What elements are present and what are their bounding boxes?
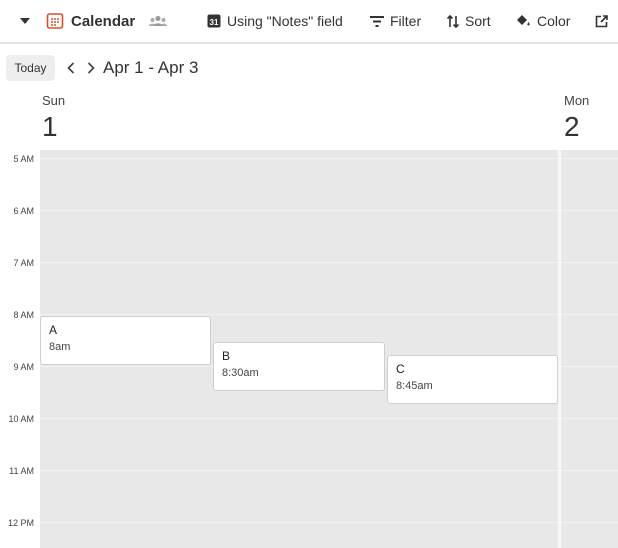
time-label: 5 AM [13,154,34,164]
svg-text:31: 31 [210,18,219,27]
time-label: 7 AM [13,258,34,268]
today-button[interactable]: Today [6,55,55,81]
hour-line [40,314,618,315]
day-number: 1 [42,111,58,142]
color-label: Color [537,13,571,29]
date-field-label: Using "Notes" field [227,13,343,29]
view-toolbar: Calendar 31 Using "Notes" field Filter S [0,0,618,44]
day-header-sun: Sun 1 [42,93,65,143]
filter-button[interactable]: Filter [370,0,421,42]
day-name: Mon [564,93,590,108]
collaborators-icon[interactable] [149,0,169,42]
hour-line [40,158,618,159]
day-number: 2 [564,111,580,142]
hour-line [40,522,618,523]
sort-button[interactable]: Sort [447,0,491,42]
time-label: 6 AM [13,206,34,216]
event-title: B [222,349,231,363]
sort-label: Sort [465,13,491,29]
filter-icon [370,15,384,27]
hour-line [40,418,618,419]
hour-line [40,262,618,263]
event-title: A [49,323,58,337]
calendar-view-icon [46,0,64,42]
view-name[interactable]: Calendar [71,0,135,42]
share-view-icon[interactable] [595,0,611,42]
event-time: 8am [49,341,71,353]
view-menu-caret-icon[interactable] [20,0,34,42]
day-column-separator [558,150,561,548]
filter-label: Filter [390,13,422,29]
hour-line [40,210,618,211]
date-field-button[interactable]: 31 Using "Notes" field [207,0,343,42]
event-time: 8:45am [396,380,433,392]
event-card[interactable]: B 8:30am [213,342,385,391]
time-label: 9 AM [13,362,34,372]
time-label: 11 AM [9,466,34,476]
event-card[interactable]: A 8am [40,316,211,365]
sort-icon [447,14,459,28]
calendar-grid[interactable]: A 8am B 8:30am C 8:45am [40,150,618,548]
time-label: 12 PM [7,518,34,528]
hour-line [40,470,618,471]
day-header-mon: Mon 2 [564,93,589,143]
day-name: Sun [42,93,66,108]
event-title: C [396,362,405,376]
time-label: 10 AM [8,414,34,424]
chevron-left-icon[interactable] [64,58,78,78]
date-range: Apr 1 - Apr 3 [103,58,199,77]
chevron-right-icon[interactable] [84,58,98,78]
event-time: 8:30am [222,367,259,379]
paint-bucket-icon [516,14,531,28]
color-button[interactable]: Color [516,0,570,42]
time-label: 8 AM [13,310,34,320]
event-card[interactable]: C 8:45am [387,355,558,404]
calendar-date-icon: 31 [207,14,221,28]
